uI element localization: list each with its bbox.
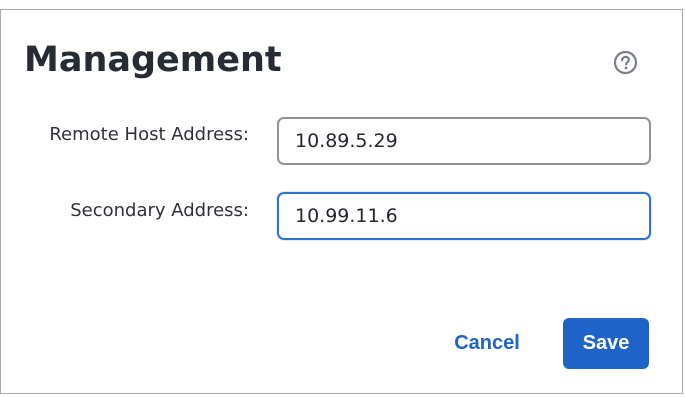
- help-icon[interactable]: [613, 50, 638, 75]
- cancel-button[interactable]: Cancel: [439, 318, 535, 368]
- question-circle-icon: [613, 50, 638, 75]
- management-dialog: Management Remote Host Address: Secondar…: [0, 9, 683, 394]
- remote-host-input[interactable]: [277, 117, 651, 165]
- secondary-address-label: Secondary Address:: [70, 200, 249, 221]
- save-button[interactable]: Save: [563, 318, 649, 369]
- secondary-address-input[interactable]: [277, 192, 651, 240]
- remote-host-label: Remote Host Address:: [49, 124, 249, 145]
- dialog-title: Management: [24, 40, 282, 80]
